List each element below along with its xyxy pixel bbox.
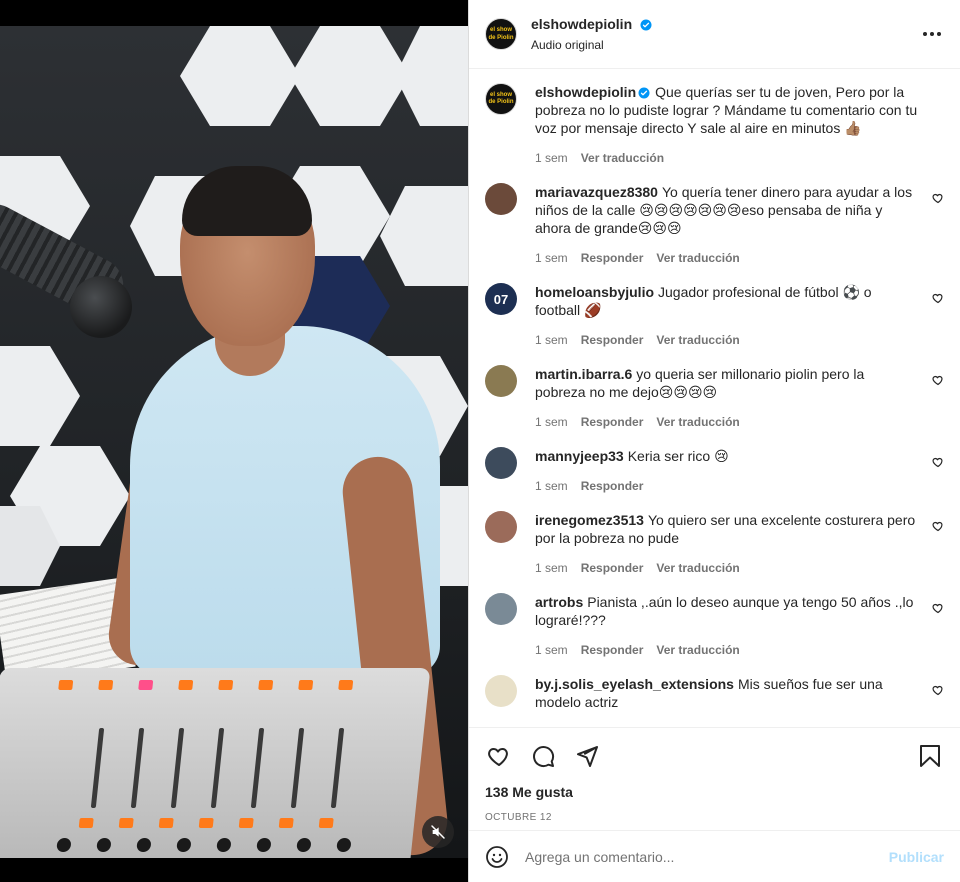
microphone: [70, 276, 132, 338]
comment-text: Keria ser rico 😢: [627, 448, 729, 464]
avatar[interactable]: [485, 365, 517, 397]
comment-username[interactable]: irenegomez3513: [535, 512, 644, 528]
comment-time[interactable]: 1 sem: [535, 413, 568, 431]
comment-username[interactable]: mariavazquez8380: [535, 184, 658, 200]
bookmark-icon: [920, 745, 940, 767]
comment-username[interactable]: homeloansbyjulio: [535, 284, 654, 300]
comment-time[interactable]: 1 sem: [535, 559, 568, 577]
comment-like-heart-icon[interactable]: [932, 192, 944, 204]
post-date[interactable]: OCTUBRE 12: [485, 812, 944, 823]
comment-time[interactable]: 1 sem: [535, 331, 568, 349]
comment-like-heart-icon[interactable]: [932, 456, 944, 468]
add-comment-bar: Publicar: [469, 830, 960, 882]
logo-text: el show de Piolin: [488, 27, 514, 41]
comment-like-heart-icon[interactable]: [932, 684, 944, 696]
caption-time[interactable]: 1 sem: [535, 149, 568, 167]
comment-time[interactable]: 1 sem: [535, 249, 568, 267]
comment-time[interactable]: 1 sem: [535, 641, 568, 659]
like-button[interactable]: [485, 742, 513, 770]
more-icon: [923, 32, 941, 36]
comment-item: by.j.solis_eyelash_extensions Mis sueños …: [485, 675, 944, 711]
see-translation-link[interactable]: Ver traducción: [656, 413, 739, 431]
verified-badge-icon: [638, 87, 650, 99]
post-header: el show de Piolin elshowdepiolin Audio o…: [469, 0, 960, 69]
logo-text: el show de Piolin: [488, 92, 514, 105]
comment-time[interactable]: 1 sem: [535, 477, 568, 495]
comment-like-heart-icon[interactable]: [932, 292, 944, 304]
reply-button[interactable]: Responder: [581, 249, 644, 267]
comment-item: irenegomez3513 Yo quiero ser una excelent…: [485, 511, 944, 577]
reply-button[interactable]: Responder: [581, 331, 644, 349]
publish-button[interactable]: Publicar: [889, 849, 944, 865]
video-frame: [0, 26, 468, 858]
mute-button[interactable]: [422, 816, 454, 848]
verified-badge-icon: [640, 19, 652, 31]
see-translation-link[interactable]: Ver traducción: [656, 559, 739, 577]
video-player[interactable]: [0, 0, 468, 882]
avatar[interactable]: [485, 511, 517, 543]
save-button[interactable]: [916, 742, 944, 770]
caption-username[interactable]: elshowdepiolin: [535, 84, 636, 100]
comment-button[interactable]: [529, 742, 557, 770]
see-translation-link[interactable]: Ver traducción: [656, 249, 739, 267]
comment-username[interactable]: mannyjeep33: [535, 448, 624, 464]
comment-item: artrobs Pianista ,.aún lo deseo aunque ya…: [485, 593, 944, 659]
comment-like-heart-icon[interactable]: [932, 374, 944, 386]
comment-username[interactable]: by.j.solis_eyelash_extensions: [535, 676, 734, 692]
reply-button[interactable]: Responder: [581, 641, 644, 659]
emoji-icon[interactable]: [485, 845, 509, 869]
reply-button[interactable]: Responder: [581, 413, 644, 431]
more-options-button[interactable]: [920, 22, 944, 46]
comment-username[interactable]: artrobs: [535, 594, 583, 610]
reply-button[interactable]: Responder: [581, 559, 644, 577]
see-translation-link[interactable]: Ver traducción: [581, 149, 664, 167]
post-actions: 138 Me gusta OCTUBRE 12: [469, 727, 960, 823]
avatar[interactable]: [485, 447, 517, 479]
comments-list[interactable]: el show de Piolin elshowdepiolin Que quer…: [469, 69, 960, 727]
comment-text: Pianista ,.aún lo deseo aunque ya tengo …: [535, 594, 914, 628]
comment-input[interactable]: [525, 848, 889, 865]
avatar[interactable]: 07: [485, 283, 517, 315]
send-icon: [577, 746, 598, 767]
see-translation-link[interactable]: Ver traducción: [656, 331, 739, 349]
avatar[interactable]: [485, 593, 517, 625]
comment-like-heart-icon[interactable]: [932, 520, 944, 532]
caption: el show de Piolin elshowdepiolin Que quer…: [485, 83, 944, 167]
reply-button[interactable]: Responder: [581, 477, 644, 495]
comment-item: martin.ibarra.6 yo queria ser millonario …: [485, 365, 944, 431]
comment-username[interactable]: martin.ibarra.6: [535, 366, 632, 382]
avatar-text: 07: [493, 291, 509, 307]
see-translation-link[interactable]: Ver traducción: [656, 641, 739, 659]
audio-label[interactable]: Audio original: [531, 38, 920, 52]
avatar[interactable]: el show de Piolin: [485, 83, 517, 115]
share-button[interactable]: [573, 742, 601, 770]
avatar[interactable]: el show de Piolin: [485, 18, 517, 50]
comment-like-heart-icon[interactable]: [932, 602, 944, 614]
comment-item: mannyjeep33 Keria ser rico 😢 1 sem Responde…: [485, 447, 944, 495]
audio-mixer: [0, 668, 431, 858]
comment-item: 07 homeloansbyjulio Jugador profesional de…: [485, 283, 944, 349]
likes-count[interactable]: 138 Me gusta: [485, 784, 944, 800]
comment-item: mariavazquez8380 Yo quería tener dinero p…: [485, 183, 944, 267]
post-details-panel: el show de Piolin elshowdepiolin Audio o…: [468, 0, 960, 882]
avatar[interactable]: [485, 183, 517, 215]
heart-icon: [488, 748, 508, 766]
author-username[interactable]: elshowdepiolin: [531, 16, 632, 32]
speaker-muted-icon: [431, 825, 445, 839]
avatar[interactable]: [485, 675, 517, 707]
comment-icon: [533, 746, 555, 768]
